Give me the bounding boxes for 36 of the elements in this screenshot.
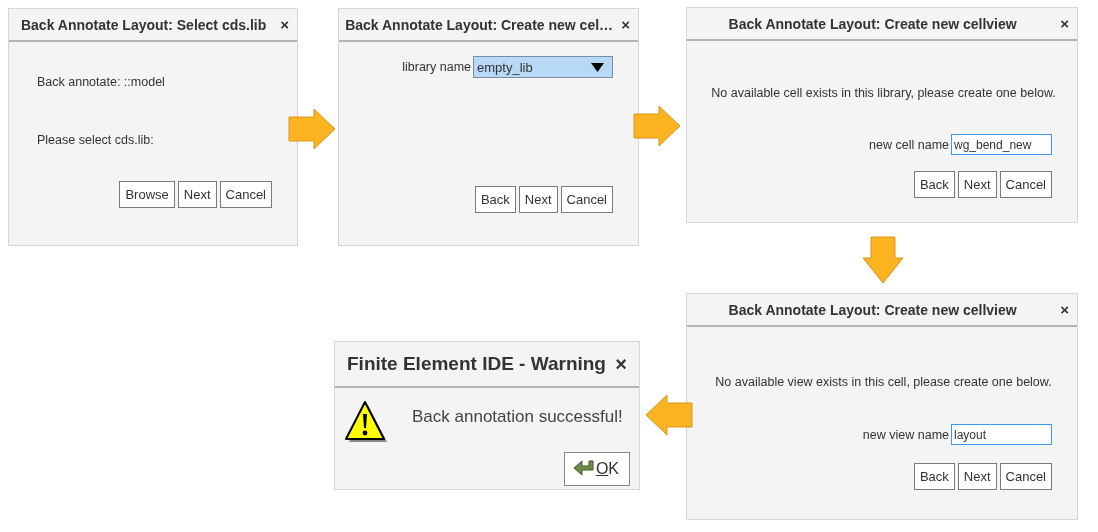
close-button[interactable]: ×: [1060, 301, 1069, 318]
dialog-button[interactable]: Next: [518, 186, 558, 213]
dialog-button[interactable]: Cancel: [999, 463, 1052, 490]
library-dropdown[interactable]: empty_lib: [473, 56, 613, 78]
dialog-button[interactable]: Cancel: [999, 171, 1052, 198]
dialog-button[interactable]: Back: [474, 186, 516, 213]
name-field[interactable]: layout: [951, 424, 1052, 445]
dialog-title: Back Annotate Layout: Create new cel…: [345, 16, 614, 33]
dialog-button[interactable]: Next: [957, 171, 997, 198]
dialog-message: No available cell exists in this library, please create one below.: [711, 86, 1056, 100]
dialog-button[interactable]: Cancel: [219, 181, 272, 208]
dialog-button[interactable]: Browse: [119, 181, 175, 208]
dialog-text: Please select cds.lib:: [37, 133, 155, 147]
dialog-button[interactable]: Back: [913, 171, 955, 198]
dialog-message: No available view exists in this cell, please create one below.: [715, 375, 1052, 389]
dialog-button[interactable]: Next: [177, 181, 217, 208]
close-button[interactable]: ×: [615, 356, 627, 372]
field-label: new view name: [862, 427, 949, 442]
ok-button[interactable]: OK: [563, 452, 630, 486]
dialog-title: Finite Element IDE - Warning: [347, 353, 607, 375]
dialog-button[interactable]: Back: [913, 463, 955, 490]
enter-arrow-icon: [572, 459, 595, 479]
close-button[interactable]: ×: [621, 16, 630, 33]
dialog-button[interactable]: Cancel: [560, 186, 613, 213]
name-field[interactable]: wg_bend_new: [951, 134, 1052, 155]
field-label: library name: [402, 60, 471, 74]
dialog-title: Back Annotate Layout: Create new cellview: [727, 15, 1018, 32]
dialog-text: Back annotate: ::model: [37, 75, 166, 89]
dialog-title: Back Annotate Layout: Select cds.lib: [19, 16, 268, 33]
field-label: new cell name: [869, 137, 949, 152]
close-button[interactable]: ×: [280, 16, 289, 33]
dialog-title: Back Annotate Layout: Create new cellview: [727, 301, 1018, 318]
close-button[interactable]: ×: [1060, 15, 1069, 32]
caret-icon: [591, 62, 604, 72]
dialog-message: Back annotation successful!: [412, 407, 623, 427]
dialog-button[interactable]: Next: [957, 463, 997, 490]
